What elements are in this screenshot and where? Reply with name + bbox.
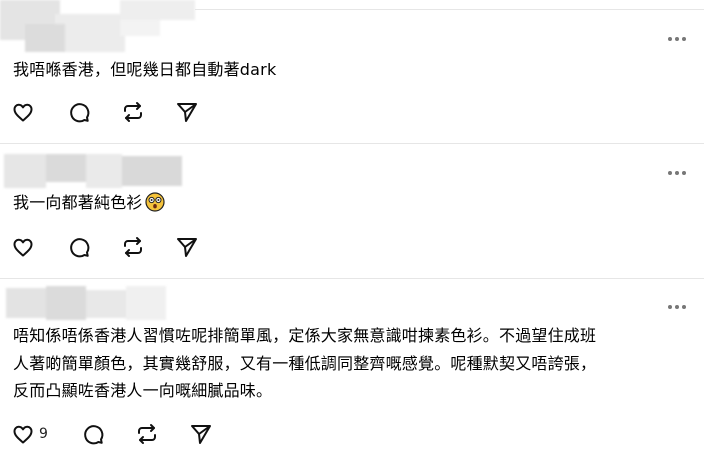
share-button[interactable] <box>175 235 201 259</box>
more-options-button[interactable] <box>668 303 688 311</box>
divider <box>0 143 704 144</box>
blurred-username <box>6 286 166 320</box>
heart-icon <box>13 425 33 444</box>
like-button[interactable]: 9 <box>11 422 55 446</box>
post-text-line: 人著啲簡單顏色，其實幾舒服，又有一種低調同整齊嘅感覺。呢種默契又唔誇張， <box>13 354 597 373</box>
share-icon <box>177 103 197 122</box>
more-options-button[interactable] <box>668 35 688 43</box>
divider <box>0 278 704 279</box>
more-options-button[interactable] <box>668 169 688 177</box>
astonished-face-emoji <box>145 192 165 219</box>
repost-button[interactable] <box>121 235 147 259</box>
comment-icon <box>84 425 104 445</box>
post-text-line: 唔知係唔係香港人習慣咗呢排簡單風，定係大家無意識咁揀素色衫。不過望住成班 <box>13 326 597 345</box>
post-text-line: 反而凸顯咗香港人一向嘅細膩品味。 <box>13 381 273 400</box>
comment-icon <box>70 103 90 123</box>
comment-icon <box>70 238 90 258</box>
repost-icon <box>138 424 156 444</box>
blurred-username <box>4 154 182 188</box>
post-text-content: 我一向都著純色衫 <box>13 193 143 212</box>
like-count: 9 <box>39 426 48 442</box>
post-text: 我一向都著純色衫 <box>13 191 165 219</box>
heart-icon <box>13 103 33 122</box>
divider <box>195 9 704 10</box>
comment-button[interactable] <box>81 422 107 446</box>
share-icon <box>191 425 211 444</box>
heart-icon <box>13 238 33 257</box>
repost-icon <box>124 102 142 122</box>
share-button[interactable] <box>175 100 201 124</box>
like-button[interactable] <box>11 235 37 259</box>
share-icon <box>177 238 197 257</box>
share-button[interactable] <box>189 422 215 446</box>
comment-button[interactable] <box>67 100 93 124</box>
repost-button[interactable] <box>121 100 147 124</box>
post-text: 我唔喺香港，但呢幾日都自動著dark <box>13 60 277 79</box>
repost-button[interactable] <box>135 422 161 446</box>
blurred-username <box>0 0 195 52</box>
like-button[interactable] <box>11 100 37 124</box>
repost-icon <box>124 237 142 257</box>
comment-button[interactable] <box>67 235 93 259</box>
